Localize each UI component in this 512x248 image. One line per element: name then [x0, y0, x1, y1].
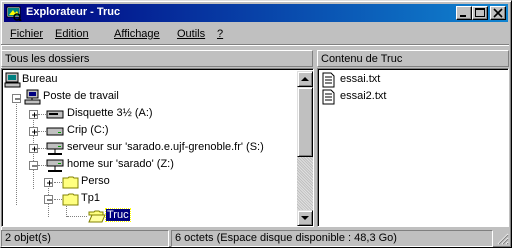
- menu-bar: Fichier Edition Affichage Outils ?: [5, 26, 505, 44]
- scroll-up-button[interactable]: [297, 71, 313, 87]
- arrow-down-icon: [301, 216, 309, 220]
- tree-item-label: Tp1: [81, 192, 100, 204]
- maximize-button[interactable]: [472, 6, 488, 20]
- expand-toggle[interactable]: [29, 110, 38, 119]
- collapse-toggle[interactable]: [29, 161, 38, 170]
- minus-icon: [47, 199, 52, 201]
- network-drive-icon: [46, 142, 64, 155]
- hard-drive-icon: [46, 127, 64, 136]
- arrow-up-icon: [301, 77, 309, 81]
- plus-icon: [32, 129, 37, 135]
- tree-item-label: home sur 'sarado' (Z:): [67, 158, 174, 170]
- tree-line: [67, 216, 87, 217]
- desktop-icon: [4, 72, 21, 88]
- explorer-app-icon: [6, 6, 22, 21]
- collapse-toggle[interactable]: [12, 94, 21, 103]
- expand-toggle[interactable]: [29, 127, 38, 136]
- tree-line: [38, 165, 46, 166]
- tree-line: [54, 182, 62, 183]
- file-item-label: essai2.txt: [340, 90, 387, 102]
- tree-item-label: serveur sur 'sarado.e.ujf-grenoble.fr' (…: [67, 141, 264, 153]
- open-folder-icon: [88, 210, 106, 223]
- tree-item-label: Disquette 3½ (A:): [67, 107, 153, 119]
- folder-icon: [62, 193, 79, 206]
- contents-pane-header[interactable]: Contenu de Truc: [317, 50, 509, 67]
- tree-line: [54, 199, 62, 200]
- collapse-toggle[interactable]: [44, 195, 53, 204]
- tree-item-label: Bureau: [22, 73, 58, 85]
- tree-item-label: Perso: [81, 175, 110, 187]
- menu-affichage[interactable]: Affichage: [114, 28, 160, 40]
- file-list[interactable]: essai.txt essai2.txt: [317, 68, 509, 227]
- close-button[interactable]: [490, 6, 506, 20]
- maximize-icon: [475, 8, 485, 17]
- explorer-window: Explorateur - Truc Fichier Edition Affic…: [0, 0, 512, 248]
- menu-fichier[interactable]: Fichier: [10, 28, 43, 40]
- menu-edition[interactable]: Edition: [55, 28, 89, 40]
- text-file-icon: [322, 72, 335, 88]
- tree-line: [38, 148, 46, 149]
- window-title: Explorateur - Truc: [26, 6, 121, 18]
- computer-icon: [24, 89, 41, 105]
- tree-line: [16, 95, 17, 205]
- minus-icon: [15, 98, 20, 100]
- folder-tree[interactable]: Bureau Poste de travail Disquette 3½ (A:: [1, 68, 314, 227]
- status-disk-info: 6 octets (Espace disque disponible : 48,…: [171, 230, 493, 247]
- scroll-thumb[interactable]: [297, 87, 313, 157]
- tree-line: [38, 131, 46, 132]
- tree-item-label: Crip (C:): [67, 124, 109, 136]
- tree-line: [38, 114, 46, 115]
- scroll-down-button[interactable]: [297, 210, 313, 226]
- status-object-count: 2 objet(s): [1, 230, 169, 247]
- folder-icon: [62, 176, 79, 189]
- text-file-icon: [322, 89, 335, 105]
- menu-outils[interactable]: Outils: [177, 28, 205, 40]
- file-item-label: essai.txt: [340, 73, 381, 85]
- minimize-button[interactable]: [456, 6, 472, 20]
- minus-icon: [32, 165, 37, 167]
- expand-toggle[interactable]: [29, 144, 38, 153]
- plus-icon: [32, 146, 37, 152]
- expand-toggle[interactable]: [44, 178, 53, 187]
- plus-icon: [32, 112, 37, 118]
- close-icon: [493, 8, 503, 18]
- tree-item-label: Truc: [105, 208, 131, 222]
- minimize-icon: [460, 15, 466, 17]
- resize-grip-icon[interactable]: [495, 231, 509, 245]
- vertical-scrollbar[interactable]: [297, 71, 313, 226]
- floppy-drive-icon: [46, 110, 64, 119]
- folders-pane-header[interactable]: Tous les dossiers: [1, 50, 313, 67]
- menu-separator: [1, 44, 509, 46]
- tree-item-label: Poste de travail: [43, 90, 119, 102]
- network-drive-icon: [46, 159, 64, 172]
- plus-icon: [47, 180, 52, 186]
- menu-help[interactable]: ?: [217, 28, 223, 40]
- title-bar[interactable]: Explorateur - Truc: [4, 4, 508, 22]
